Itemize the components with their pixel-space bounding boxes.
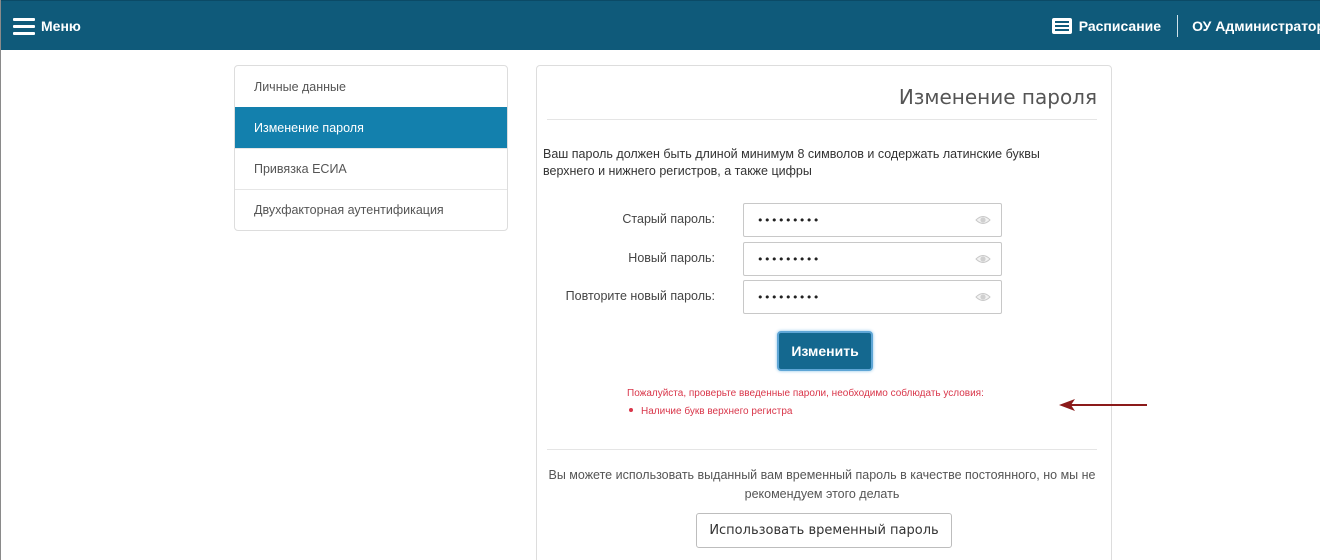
sidebar-item-esia[interactable]: Привязка ЕСИА (235, 148, 507, 189)
annotation-arrow-icon (1059, 399, 1147, 411)
eye-icon[interactable] (975, 214, 991, 226)
sidebar-item-change-password[interactable]: Изменение пароля (235, 107, 507, 148)
eye-icon[interactable] (975, 291, 991, 303)
password-requirements: Ваш пароль должен быть длиной минимум 8 … (543, 147, 1040, 178)
repeat-password-row: Повторите новый пароль: (537, 280, 1113, 314)
hamburger-icon (13, 17, 35, 35)
change-password-button[interactable]: Изменить (777, 331, 873, 371)
old-password-label: Старый пароль: (622, 212, 715, 226)
error-message: Пожалуйста, проверьте введенные пароли, … (627, 388, 984, 399)
use-temporary-password-button[interactable]: Использовать временный пароль (696, 513, 952, 548)
top-navbar: Меню Расписание ОУ Администратор (1, 0, 1320, 50)
menu-button[interactable]: Меню (13, 15, 81, 37)
repeat-password-label: Повторите новый пароль: (565, 289, 715, 303)
schedule-link[interactable]: Расписание (1051, 18, 1162, 34)
section-divider (547, 449, 1097, 450)
sidebar-item-personal-data[interactable]: Личные данные (235, 66, 507, 107)
new-password-field[interactable] (743, 242, 1002, 276)
new-password-label: Новый пароль: (628, 251, 715, 265)
settings-sidebar: Личные данные Изменение пароля Привязка … (234, 65, 508, 231)
schedule-label: Расписание (1078, 18, 1162, 34)
page-title: Изменение пароля (898, 85, 1097, 109)
old-password-row: Старый пароль: (537, 203, 1113, 237)
list-icon (1051, 18, 1072, 34)
new-password-row: Новый пароль: (537, 242, 1113, 276)
old-password-field[interactable] (743, 203, 1002, 237)
repeat-password-field[interactable] (743, 280, 1002, 314)
sidebar-item-two-factor[interactable]: Двухфакторная аутентификация (235, 189, 507, 230)
header-divider (1177, 15, 1179, 37)
eye-icon[interactable] (975, 253, 991, 265)
error-item-text: Наличие букв верхнего регистра (641, 406, 793, 417)
change-password-panel: Изменение пароля Ваш пароль должен быть … (536, 65, 1112, 560)
title-divider (547, 119, 1097, 120)
app-window: Меню Расписание ОУ Администратор Личные … (0, 0, 1320, 560)
bullet-icon (629, 408, 633, 413)
menu-label: Меню (41, 18, 81, 34)
user-menu[interactable]: ОУ Администратор (1192, 18, 1320, 34)
header-right: Расписание ОУ Администратор (1051, 15, 1320, 37)
error-list-item: Наличие букв верхнего регистра (627, 406, 792, 417)
temporary-password-note: Вы можете использовать выданный вам врем… (548, 468, 1096, 501)
